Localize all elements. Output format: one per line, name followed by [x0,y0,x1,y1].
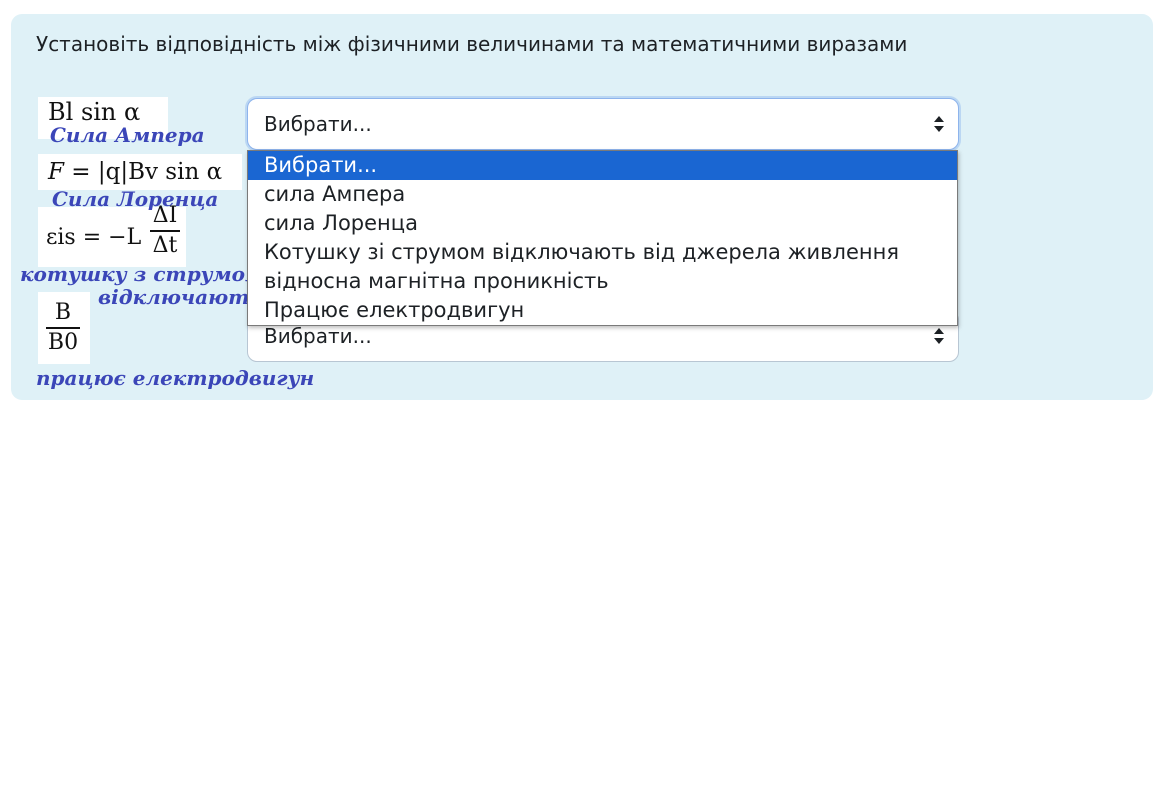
answer-select-1[interactable]: Вибрати... [247,98,959,150]
dropdown-option[interactable]: відносна магнітна проникність [248,267,957,296]
formula-self-induction-fraction: ΔI Δt [150,203,180,259]
answer-select-4-value: Вибрати... [264,324,372,348]
formula-permeability-denominator: B0 [47,330,79,355]
select-arrows-icon [934,116,944,132]
formula-self-induction-lhs: εis = −L [46,225,142,250]
formula-lorentz-rhs: = |q|Bv sin α [63,159,223,185]
formula-ampere-text: Bl sin α [48,98,141,126]
formula-self-induction-denominator: Δt [152,233,178,258]
formula-permeability-image: B B0 [38,292,90,364]
dropdown-option[interactable]: Котушку зі струмом відключають від джере… [248,238,957,267]
formula-permeability-numerator: B [54,300,72,325]
dropdown-option[interactable]: сила Лоренца [248,209,957,238]
handwritten-note-lorentz: Сила Лоренца [52,187,219,211]
handwritten-note-coil-line2: відключають [98,285,263,309]
select-dropdown-list: Вибрати... сила Ампера сила Лоренца Коту… [247,150,958,326]
dropdown-option[interactable]: Вибрати... [248,151,957,180]
fraction-bar [150,230,180,232]
formula-lorentz-lhs: F [48,159,64,185]
dropdown-option[interactable]: сила Ампера [248,180,957,209]
handwritten-note-coil-line1: котушку з струмом [20,262,265,286]
question-text: Установіть відповідність між фізичними в… [36,32,908,56]
handwritten-note-ampere: Сила Ампера [50,123,205,147]
dropdown-option[interactable]: Працює електродвигун [248,296,957,325]
select-arrows-icon [934,328,944,344]
answer-select-1-value: Вибрати... [264,112,372,136]
formula-self-induction-image: εis = −L ΔI Δt [38,203,186,267]
fraction-bar [46,327,80,329]
handwritten-note-motor: працює електродвигун [36,366,315,390]
formula-permeability-fraction: B B0 [46,300,80,356]
formula-lorentz-image: F = |q|Bv sin α [38,154,242,190]
